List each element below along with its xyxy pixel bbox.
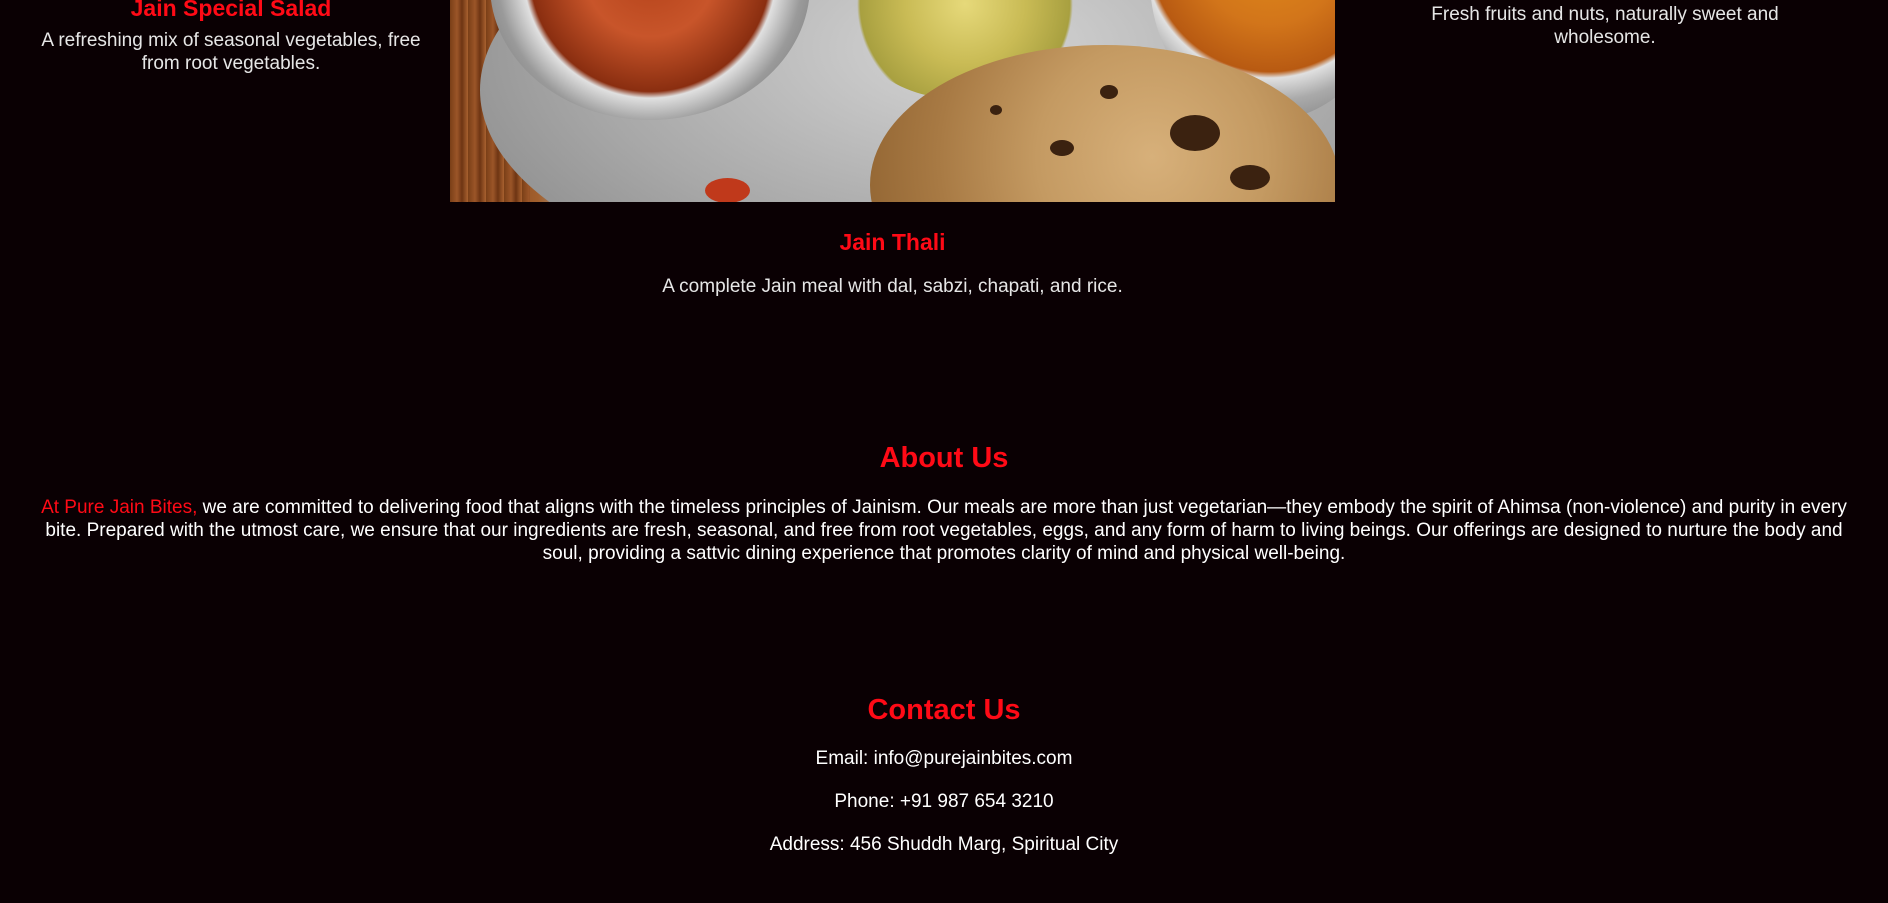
contact-phone: Phone: +91 987 654 3210 <box>834 791 1054 812</box>
contact-email: Email: info@purejainbites.com <box>815 748 1073 769</box>
brand-name: At Pure Jain Bites, <box>41 497 198 518</box>
menu-item-description: Fresh fruits and nuts, naturally sweet a… <box>1431 4 1779 48</box>
about-heading: About Us <box>879 442 1009 474</box>
page: Jain Special Salad A refreshing mix of s… <box>0 0 1888 903</box>
menu-item-description: A refreshing mix of seasonal vegetables,… <box>41 30 421 74</box>
menu-item-description: A complete Jain meal with dal, sabzi, ch… <box>662 276 1123 297</box>
pickle <box>705 178 750 202</box>
about-section: About Us At Pure Jain Bites, we are comm… <box>0 440 1888 565</box>
contact-section: Contact Us Email: info@purejainbites.com… <box>0 692 1888 856</box>
about-text: At Pure Jain Bites, we are committed to … <box>36 496 1852 565</box>
about-body: we are committed to delivering food that… <box>45 497 1847 564</box>
menu-item-title: Jain Special Salad <box>130 0 332 21</box>
menu-item-fruits: Fresh fruits and nuts, naturally sweet a… <box>1414 3 1796 49</box>
menu-item-thali: Jain Thali A complete Jain meal with dal… <box>450 0 1335 298</box>
thali-photo <box>450 0 1335 202</box>
contact-address: Address: 456 Shuddh Marg, Spiritual City <box>769 834 1119 855</box>
menu-item-salad: Jain Special Salad A refreshing mix of s… <box>40 0 422 75</box>
contact-heading: Contact Us <box>867 694 1021 726</box>
menu-item-title: Jain Thali <box>839 229 946 255</box>
